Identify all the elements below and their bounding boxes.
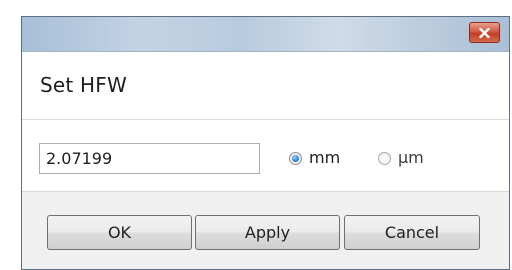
apply-button[interactable]: Apply [195, 215, 340, 250]
ok-button[interactable]: OK [47, 215, 192, 250]
unit-radio-mm[interactable]: mm [289, 150, 340, 166]
button-row: OK Apply Cancel [22, 192, 509, 269]
unit-label-mm: mm [309, 148, 341, 167]
hfw-value-input[interactable] [39, 143, 260, 174]
set-hfw-dialog: Set HFW mm µm OK Apply Cancel [21, 16, 510, 270]
radio-selected-icon[interactable] [289, 151, 302, 165]
radio-unselected-icon[interactable] [378, 151, 391, 165]
unit-radio-um[interactable]: µm [378, 150, 424, 166]
value-form: mm µm [22, 120, 509, 192]
close-icon [479, 27, 490, 38]
dialog-title: Set HFW [40, 73, 127, 97]
cancel-button[interactable]: Cancel [344, 215, 480, 250]
title-bar[interactable] [22, 17, 509, 52]
close-button[interactable] [469, 22, 500, 43]
dialog-header: Set HFW [22, 52, 509, 120]
unit-label-um: µm [398, 148, 424, 167]
